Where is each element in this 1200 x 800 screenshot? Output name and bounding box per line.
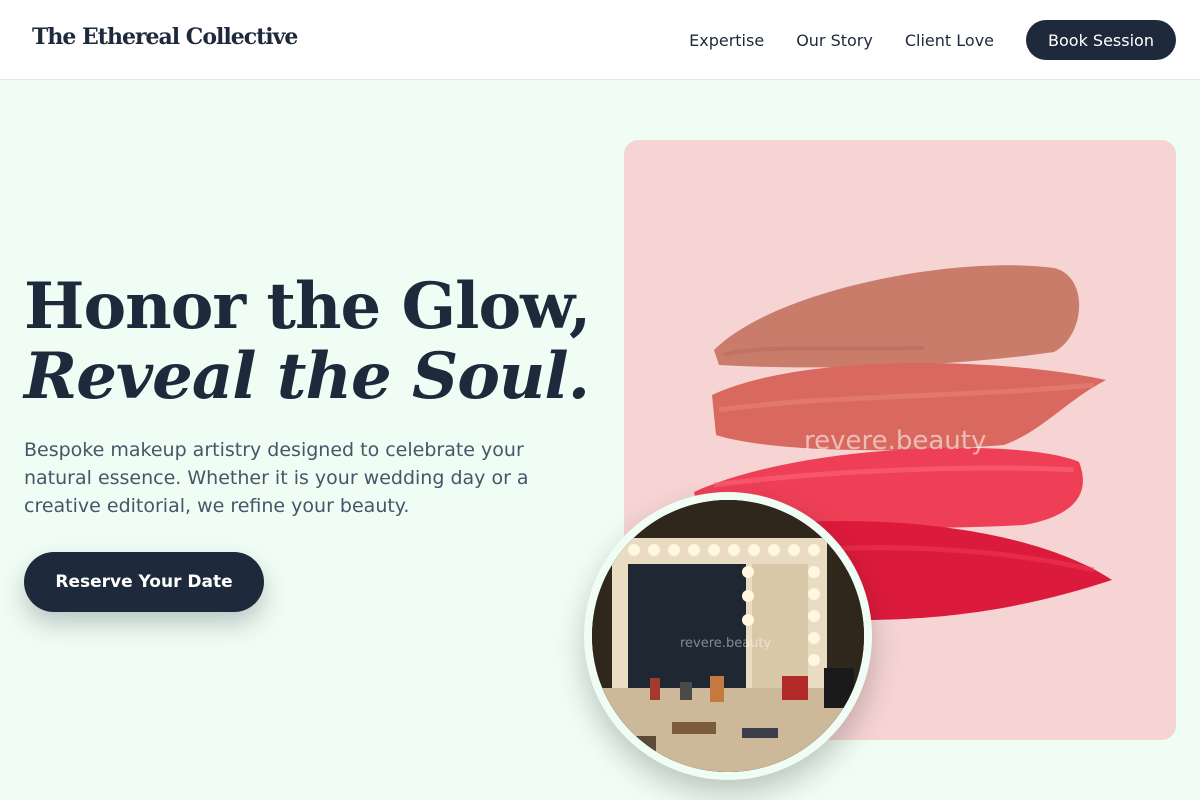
hero-title: Honor the Glow, Reveal the Soul. xyxy=(24,269,591,414)
hero-title-line2: Reveal the Soul. xyxy=(24,339,590,414)
nav-our-story[interactable]: Our Story xyxy=(796,31,873,50)
site-header: The Ethereal Collective Expertise Our St… xyxy=(0,0,1200,80)
book-session-button[interactable]: Book Session xyxy=(1026,20,1176,60)
nav-client-love[interactable]: Client Love xyxy=(905,31,994,50)
hero-title-line1: Honor the Glow, xyxy=(24,269,591,344)
reserve-date-button[interactable]: Reserve Your Date xyxy=(24,552,264,612)
hero-description: Bespoke makeup artistry designed to cele… xyxy=(24,439,529,517)
vanity-mirror-image: revere.beauty xyxy=(584,492,872,780)
nav-expertise[interactable]: Expertise xyxy=(689,31,764,50)
vanity-mirror-photo: revere.beauty xyxy=(592,500,864,772)
brand-logo[interactable]: The Ethereal Collective xyxy=(32,24,298,50)
mirror-watermark: revere.beauty xyxy=(680,636,772,651)
swatch-watermark: revere.beauty xyxy=(804,426,987,456)
main-nav: Expertise Our Story Client Love Book Ses… xyxy=(689,20,1176,60)
